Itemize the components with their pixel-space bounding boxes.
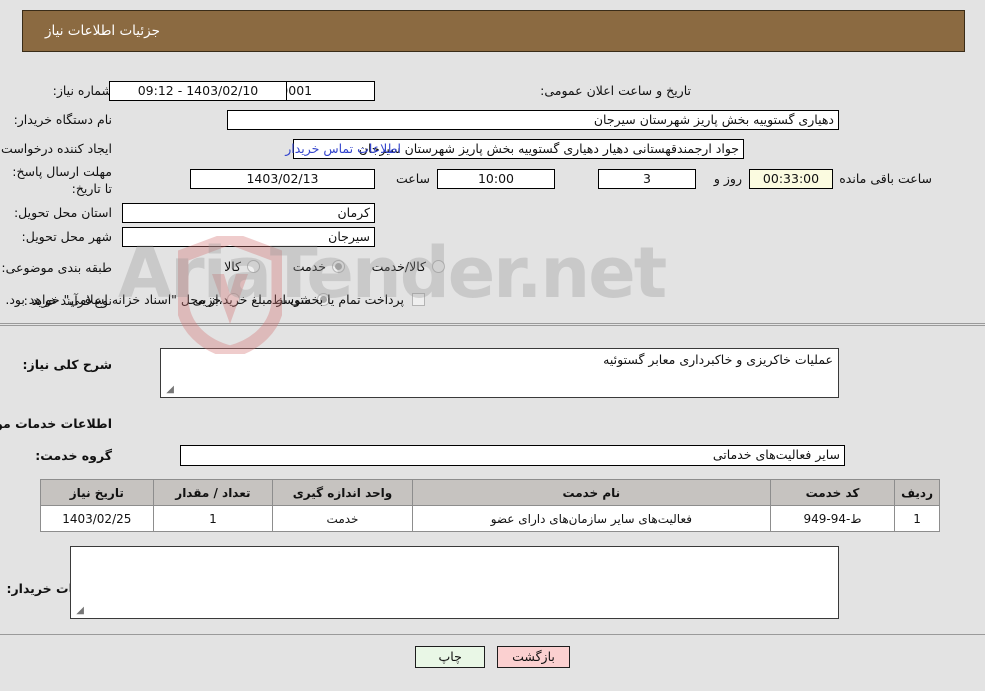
category-radio-goods[interactable] (247, 260, 260, 273)
days-label: روز و (713, 171, 742, 186)
cell-row-no: 1 (894, 505, 940, 532)
reply-deadline-hour-field: 10:00 (437, 169, 555, 189)
treasury-bond-option[interactable]: پرداخت تمام یا بخشی از مبلغ خرید،از محل … (5, 292, 425, 307)
delivery-city-label-wrap: شهر محل تحویل: (22, 229, 112, 244)
need-number-label: شماره نیاز: (52, 83, 112, 98)
page-header-bar: جزئیات اطلاعات نیاز (22, 10, 965, 52)
treasury-bond-label: پرداخت تمام یا بخشی از مبلغ خرید،از محل … (5, 292, 404, 307)
buyer-org-field: دهیاری گستوییه بخش پاریز شهرستان سیرجان (227, 110, 839, 130)
delivery-province-label: استان محل تحویل: (13, 205, 112, 220)
cell-service-name: فعالیت‌های سایر سازمان‌های دارای عضو (411, 505, 771, 532)
delivery-city-label: شهر محل تحویل: (21, 229, 112, 244)
need-info-panel: شماره نیاز: 1103103149000001 تاریخ و ساع… (0, 62, 985, 324)
cell-service-code: ط-94-949 (769, 505, 896, 532)
reply-deadline-label: مهلت ارسال پاسخ: تا تاریخ: (12, 164, 112, 196)
print-button[interactable]: چاپ (415, 646, 486, 668)
hour-label: ساعت (395, 171, 430, 186)
category-label: طبقه بندی موضوعی: (1, 260, 112, 275)
category-option-service[interactable]: خدمت (293, 259, 345, 274)
remaining-time-label: ساعت باقی مانده (839, 171, 932, 186)
service-group-label: گروه خدمت: (35, 448, 112, 463)
cell-need-date: 1403/02/25 (40, 505, 154, 532)
buyer-org-label-wrap: نام دستگاه خریدار: (14, 112, 112, 127)
reply-deadline-label-wrap: مهلت ارسال پاسخ: تا تاریخ: (12, 163, 112, 197)
table-header-row: ردیف کد خدمت نام خدمت واحد اندازه گیری ت… (40, 479, 940, 506)
category-option-service-label: خدمت (292, 259, 326, 274)
category-option-goods-label: کالا (224, 259, 241, 274)
reply-deadline-date-field: 1403/02/13 (190, 169, 375, 189)
request-creator-label-wrap: ایجاد کننده درخواست: (0, 141, 112, 156)
announce-datetime-label-wrap: تاریخ و ساعت اعلان عمومی: (540, 83, 691, 98)
buyer-notes-textarea[interactable]: ◢ (70, 546, 839, 619)
page-root: جزئیات اطلاعات نیاز شماره نیاز: 11031031… (0, 0, 985, 691)
category-option-goods-service[interactable]: کالا/خدمت (372, 259, 445, 274)
back-button[interactable]: بازگشت (497, 646, 570, 668)
col-row-no: ردیف (894, 479, 940, 506)
buyer-org-label: نام دستگاه خریدار: (13, 112, 112, 127)
col-service-name: نام خدمت (411, 479, 771, 506)
category-label-wrap: طبقه بندی موضوعی: (1, 260, 112, 275)
buyer-contact-link[interactable]: اطلاعات تماس خریدار (285, 141, 401, 156)
need-summary-textarea[interactable]: عملیات خاکریزی و خاکبرداری معابر گستوئیه… (160, 348, 839, 398)
col-quantity: تعداد / مقدار (152, 479, 274, 506)
delivery-city-field: سیرجان (122, 227, 375, 247)
page-title: جزئیات اطلاعات نیاز (45, 23, 160, 39)
action-button-bar: بازگشت چاپ (0, 646, 985, 668)
need-number-label-wrap: شماره نیاز: (53, 83, 112, 98)
resize-grip-icon[interactable]: ◢ (164, 385, 174, 395)
col-need-date: تاریخ نیاز (40, 479, 154, 506)
services-section-title: اطلاعات خدمات مورد نیاز (0, 416, 112, 431)
countdown-field: 00:33:00 (749, 169, 833, 189)
services-table: ردیف کد خدمت نام خدمت واحد اندازه گیری ت… (40, 479, 940, 532)
cell-unit: خدمت (272, 505, 413, 532)
col-unit: واحد اندازه گیری (272, 479, 413, 506)
category-radio-goods-service[interactable] (432, 260, 445, 273)
remaining-days-field: 3 (598, 169, 696, 189)
need-summary-label: شرح کلی نیاز: (22, 357, 112, 372)
cell-quantity: 1 (152, 505, 274, 532)
need-summary-value: عملیات خاکریزی و خاکبرداری معابر گستوئیه (603, 352, 833, 367)
need-details-panel: شرح کلی نیاز: عملیات خاکریزی و خاکبرداری… (0, 325, 985, 635)
announce-datetime-field: 1403/02/10 - 09:12 (109, 81, 287, 101)
delivery-province-field: کرمان (122, 203, 375, 223)
treasury-bond-checkbox[interactable] (412, 293, 425, 306)
category-option-goods[interactable]: کالا (224, 259, 260, 274)
request-creator-label: ایجاد کننده درخواست: (0, 141, 112, 156)
delivery-province-label-wrap: استان محل تحویل: (14, 205, 112, 220)
col-service-code: کد خدمت (769, 479, 896, 506)
category-radio-service[interactable] (332, 260, 345, 273)
category-option-goods-service-label: کالا/خدمت (371, 259, 426, 274)
resize-grip-icon-2[interactable]: ◢ (74, 606, 84, 616)
table-row: 1 ط-94-949 فعالیت‌های سایر سازمان‌های دا… (40, 505, 940, 532)
announce-datetime-label: تاریخ و ساعت اعلان عمومی: (540, 83, 691, 98)
service-group-field: سایر فعالیت‌های خدماتی (180, 445, 845, 466)
